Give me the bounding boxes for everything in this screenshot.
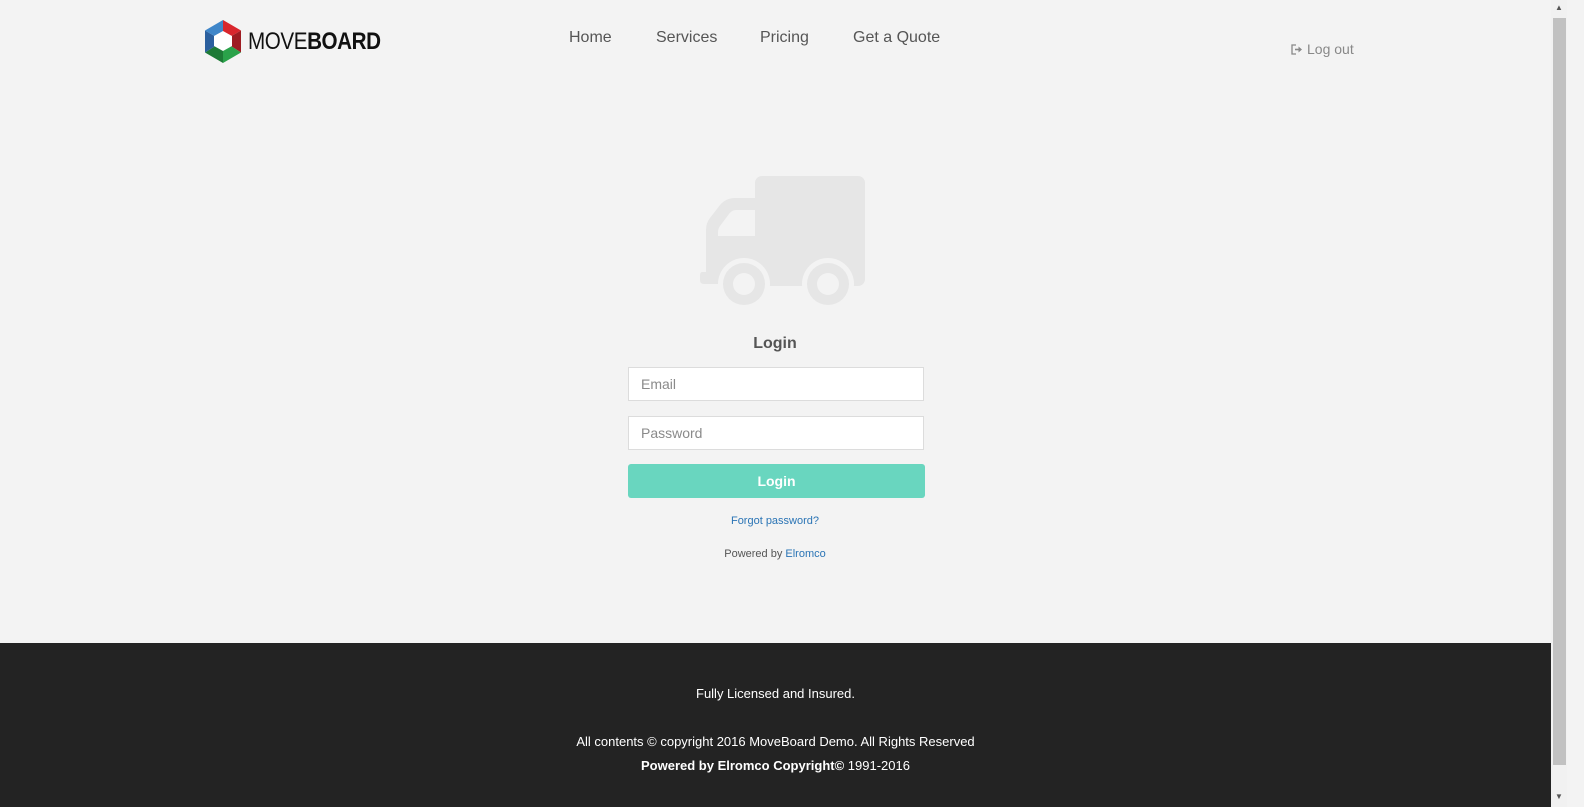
footer-copyright-text: All contents © copyright 2016 MoveBoard …: [576, 734, 975, 749]
elromco-link[interactable]: Elromco: [785, 548, 825, 560]
powered-by: Powered by Elromco: [0, 548, 1550, 560]
nav-pricing[interactable]: Pricing: [760, 29, 809, 47]
powered-by-prefix: Powered by: [724, 548, 783, 560]
nav-home[interactable]: Home: [569, 29, 612, 47]
scroll-down-arrow-icon[interactable]: ▼: [1555, 792, 1563, 801]
truck-icon: [700, 176, 865, 310]
login-button[interactable]: Login: [628, 464, 925, 498]
brand-logo[interactable]: MOVEBOARD: [202, 19, 402, 64]
logo-icon: [205, 20, 241, 63]
logout-label: Log out: [1307, 41, 1354, 57]
logout-icon: [1291, 43, 1302, 55]
forgot-password-row: Forgot password?: [0, 515, 1550, 527]
footer-powered-bold: Powered by Elromco Copyright©: [641, 758, 845, 773]
vertical-scrollbar[interactable]: ▲ ▼: [1551, 0, 1567, 807]
brand-name: MOVEBOARD: [248, 27, 381, 55]
page: MOVEBOARD Home Services Pricing Get a Qu…: [0, 0, 1567, 807]
nav-get-a-quote[interactable]: Get a Quote: [853, 29, 940, 47]
footer-powered-text: Powered by Elromco Copyright© 1991-2016: [0, 758, 1551, 773]
password-field[interactable]: [628, 416, 924, 450]
footer: Fully Licensed and Insured. All contents…: [0, 643, 1551, 807]
footer-powered-years: 1991-2016: [844, 758, 910, 773]
scrollbar-thumb[interactable]: [1553, 18, 1566, 765]
logout-link[interactable]: Log out: [1291, 41, 1354, 57]
forgot-password-link[interactable]: Forgot password?: [731, 515, 819, 527]
email-field[interactable]: [628, 367, 924, 401]
login-title: Login: [753, 335, 797, 352]
header: MOVEBOARD Home Services Pricing Get a Qu…: [0, 0, 1567, 90]
nav-services[interactable]: Services: [656, 29, 717, 47]
footer-licensed-text: Fully Licensed and Insured.: [696, 686, 855, 701]
scroll-up-arrow-icon[interactable]: ▲: [1555, 3, 1563, 12]
